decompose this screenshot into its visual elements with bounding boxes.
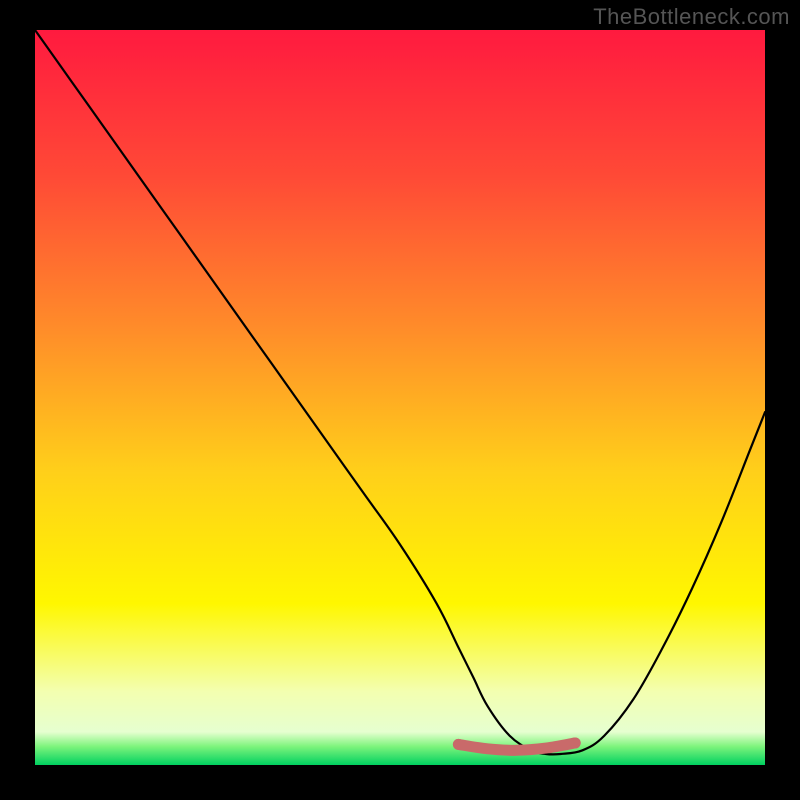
gradient-background <box>35 30 765 765</box>
chart-frame: TheBottleneck.com <box>0 0 800 800</box>
chart-svg <box>35 30 765 765</box>
minimum-band-endpoint <box>570 737 581 748</box>
plot-area <box>35 30 765 765</box>
minimum-band-endpoint <box>453 739 464 750</box>
watermark-label: TheBottleneck.com <box>593 4 790 30</box>
